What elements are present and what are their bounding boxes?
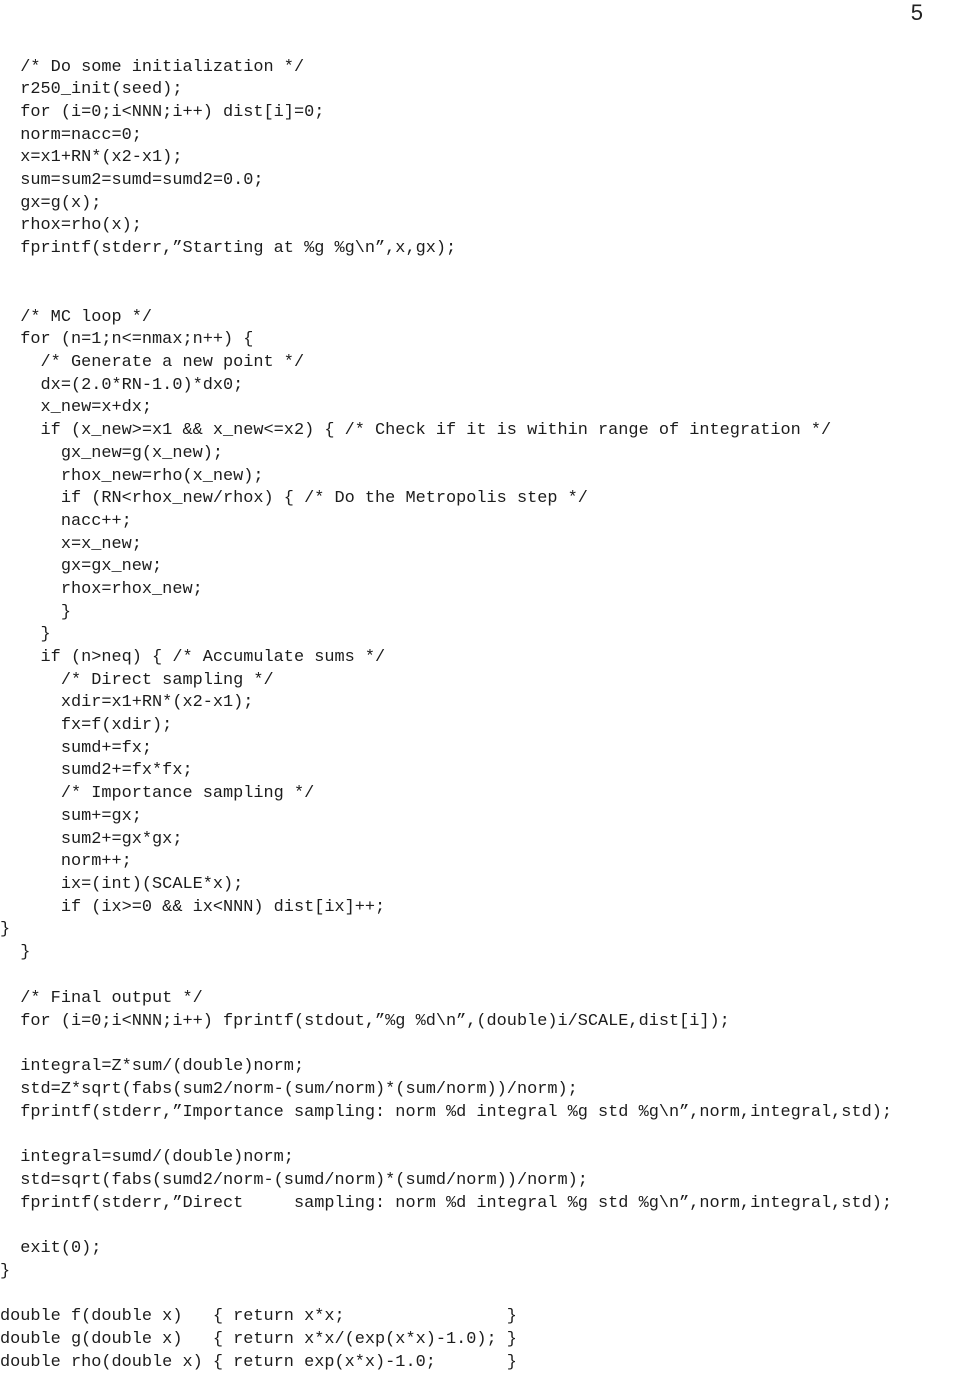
code-line: rhox=rhox_new;: [0, 580, 203, 599]
code-line: ix=(int)(SCALE*x);: [0, 875, 244, 894]
code-line: sum+=gx;: [0, 807, 142, 826]
code-line: sumd+=fx;: [0, 739, 153, 758]
code-line: if (x_new>=x1 && x_new<=x2) { /* Check i…: [0, 421, 832, 440]
code-line: double g(double x) { return x*x/(exp(x*x…: [0, 1330, 517, 1349]
code-line: /* MC loop */: [0, 308, 153, 327]
code-line: gx_new=g(x_new);: [0, 444, 223, 463]
code-line: exit(0);: [0, 1239, 102, 1258]
code-line: fprintf(stderr,”Direct sampling: norm %d…: [0, 1194, 892, 1213]
code-line: }: [0, 943, 31, 962]
code-line: integral=sumd/(double)norm;: [0, 1148, 294, 1167]
code-line: for (i=0;i<NNN;i++) fprintf(stdout,”%g %…: [0, 1012, 730, 1031]
code-line: sum=sum2=sumd=sumd2=0.0;: [0, 171, 264, 190]
code-line: x_new=x+dx;: [0, 398, 153, 417]
code-line: r250_init(seed);: [0, 80, 183, 99]
code-line: double f(double x) { return x*x; }: [0, 1307, 517, 1326]
code-line: for (n=1;n<=nmax;n++) {: [0, 330, 254, 349]
code-line: norm=nacc=0;: [0, 126, 142, 145]
code-line: if (n>neq) { /* Accumulate sums */: [0, 648, 386, 667]
code-line: x=x_new;: [0, 535, 142, 554]
code-line: /* Final output */: [0, 989, 203, 1008]
code-listing: /* Do some initialization */ r250_init(s…: [0, 0, 960, 1375]
code-line: /* Importance sampling */: [0, 784, 315, 803]
code-line: fprintf(stderr,”Importance sampling: nor…: [0, 1103, 892, 1122]
code-line: integral=Z*sum/(double)norm;: [0, 1057, 305, 1076]
code-line: }: [0, 603, 71, 622]
code-line: fx=f(xdir);: [0, 716, 173, 735]
code-line: std=sqrt(fabs(sumd2/norm-(sumd/norm)*(su…: [0, 1171, 588, 1190]
code-line: x=x1+RN*(x2-x1);: [0, 148, 183, 167]
code-line: if (ix>=0 && ix<NNN) dist[ix]++;: [0, 898, 386, 917]
code-line: /* Direct sampling */: [0, 671, 274, 690]
code-line: double rho(double x) { return exp(x*x)-1…: [0, 1353, 517, 1372]
code-line: xdir=x1+RN*(x2-x1);: [0, 693, 254, 712]
code-line: dx=(2.0*RN-1.0)*dx0;: [0, 376, 244, 395]
code-line: nacc++;: [0, 512, 132, 531]
code-line: if (RN<rhox_new/rhox) { /* Do the Metrop…: [0, 489, 588, 508]
code-line: }: [0, 920, 11, 939]
code-line: fprintf(stderr,”Starting at %g %g\n”,x,g…: [0, 239, 457, 258]
code-line: norm++;: [0, 852, 132, 871]
code-line: gx=g(x);: [0, 194, 102, 213]
code-line: }: [0, 1262, 11, 1281]
code-line: }: [0, 625, 51, 644]
code-line: std=Z*sqrt(fabs(sum2/norm-(sum/norm)*(su…: [0, 1080, 578, 1099]
code-line: gx=gx_new;: [0, 557, 163, 576]
code-line: sum2+=gx*gx;: [0, 830, 183, 849]
code-line: /* Do some initialization */: [0, 58, 305, 77]
code-line: sumd2+=fx*fx;: [0, 761, 193, 780]
code-line: rhox_new=rho(x_new);: [0, 467, 264, 486]
code-line: for (i=0;i<NNN;i++) dist[i]=0;: [0, 103, 325, 122]
code-line: rhox=rho(x);: [0, 216, 142, 235]
code-line: /* Generate a new point */: [0, 353, 305, 372]
